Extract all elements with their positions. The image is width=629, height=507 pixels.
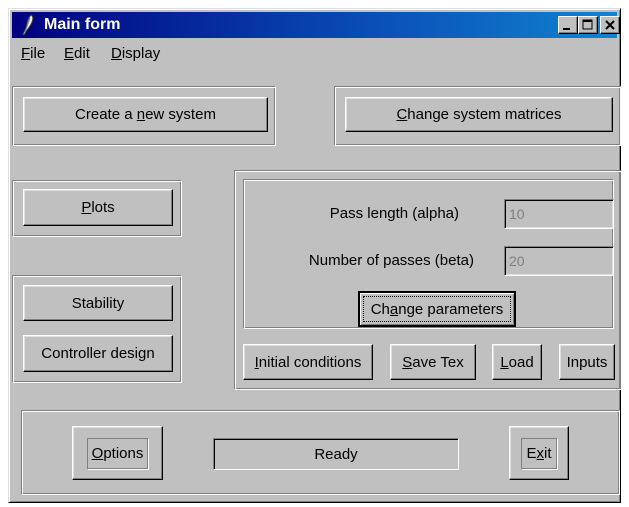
close-icon bbox=[605, 20, 615, 30]
stability-button[interactable]: Stability bbox=[23, 285, 173, 321]
initial-conditions-button[interactable]: Initial conditions bbox=[243, 344, 373, 380]
menu-file[interactable]: File bbox=[21, 45, 45, 62]
create-system-button[interactable]: Create a new system bbox=[23, 97, 268, 132]
create-system-group: Create a new system bbox=[12, 86, 276, 146]
parameters-group: Pass length (alpha) 10 Number of passes … bbox=[234, 170, 622, 390]
window-title: Main form bbox=[44, 16, 121, 33]
menu-edit[interactable]: Edit bbox=[64, 45, 90, 62]
maximize-button[interactable] bbox=[578, 16, 598, 34]
exit-button[interactable]: Exit bbox=[509, 426, 569, 480]
analysis-group: Stability Controller design bbox=[12, 275, 182, 383]
change-parameters-button[interactable]: Change parameters bbox=[358, 291, 516, 327]
load-button[interactable]: Load bbox=[492, 344, 542, 380]
inputs-button[interactable]: Inputs bbox=[559, 344, 615, 380]
status-display: Ready bbox=[213, 438, 459, 470]
parameters-subgroup: Pass length (alpha) 10 Number of passes … bbox=[243, 179, 614, 329]
plots-group: Plots bbox=[12, 180, 182, 237]
options-button[interactable]: Options bbox=[72, 426, 163, 480]
minimize-button[interactable] bbox=[558, 16, 578, 34]
main-window: Main form File Edit Display Create a new… bbox=[8, 8, 622, 503]
save-tex-button[interactable]: Save Tex bbox=[390, 344, 476, 380]
num-passes-label: Number of passes (beta) bbox=[308, 252, 474, 269]
feather-icon bbox=[18, 14, 38, 36]
num-passes-field[interactable]: 20 bbox=[504, 246, 614, 276]
menu-display[interactable]: Display bbox=[111, 45, 160, 62]
maximize-icon bbox=[582, 19, 593, 30]
plots-button[interactable]: Plots bbox=[23, 189, 173, 226]
bottom-group: Options Ready Exit bbox=[21, 410, 620, 495]
close-button[interactable] bbox=[600, 16, 620, 34]
change-matrices-group: Change system matrices bbox=[334, 86, 621, 146]
change-system-matrices-button[interactable]: Change system matrices bbox=[345, 97, 613, 132]
controller-design-button[interactable]: Controller design bbox=[23, 335, 173, 372]
pass-length-label: Pass length (alpha) bbox=[329, 205, 459, 222]
title-bar[interactable]: Main form bbox=[12, 12, 620, 38]
minimize-icon bbox=[563, 28, 570, 30]
pass-length-field[interactable]: 10 bbox=[504, 199, 614, 229]
